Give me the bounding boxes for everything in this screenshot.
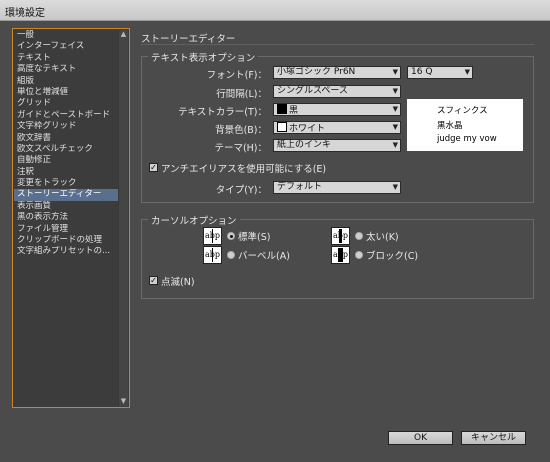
cursor-standard-label: 標準(S) — [238, 232, 271, 243]
leading-label: 行間隔(L)： — [216, 89, 267, 100]
text-color-select[interactable]: 黒 ▼ — [273, 103, 401, 116]
cancel-button[interactable]: キャンセル — [461, 431, 526, 445]
sidebar-item[interactable]: 単位と増減値 — [14, 87, 120, 98]
page-title: ストーリーエディター — [141, 34, 236, 45]
category-scrollbar[interactable]: ▲ ▼ — [118, 30, 128, 406]
chevron-down-icon: ▼ — [392, 123, 398, 131]
antialias-checkbox[interactable]: ✓ — [149, 163, 158, 172]
title-bar: 環境設定 — [0, 0, 550, 21]
font-size-select[interactable]: 16 Q ▼ — [407, 66, 473, 79]
sidebar-item[interactable]: 欧文辞書 — [14, 133, 120, 144]
cursor-options-label: カーソルオプション — [148, 213, 240, 227]
sidebar-item[interactable]: 文字枠グリッド — [14, 121, 120, 132]
category-items: 一般 インターフェイス テキスト 高度なテキスト 組版 単位と増減値 グリッド ガイドとペース… — [14, 30, 120, 258]
type-value: デフォルト — [277, 182, 323, 192]
leading-select[interactable]: シングルスペース ▼ — [273, 85, 401, 98]
category-list[interactable]: 一般 インターフェイス テキスト 高度なテキスト 組版 単位と増減値 グリッド ガイドとペース… — [12, 28, 130, 408]
cursor-thick-icon: abp — [331, 227, 350, 245]
background-color-swatch — [277, 122, 287, 132]
cursor-block-radio[interactable] — [355, 251, 363, 259]
chevron-down-icon: ▼ — [392, 183, 398, 191]
cursor-barbell-icon: abp — [203, 246, 222, 264]
background-select[interactable]: ホワイト ▼ — [273, 121, 401, 134]
text-color-label: テキストカラー(T)： — [178, 107, 267, 118]
cursor-thick-label: 太い(K) — [366, 232, 399, 243]
sidebar-item[interactable]: 自動修正 — [14, 155, 120, 166]
chevron-down-icon: ▼ — [392, 68, 398, 76]
sidebar-item[interactable]: ガイドとペーストボード — [14, 110, 120, 121]
scroll-up-icon[interactable]: ▲ — [119, 30, 128, 39]
blink-label: 点滅(N) — [161, 277, 195, 288]
sidebar-item[interactable]: インターフェイス — [14, 41, 120, 52]
font-label: フォント(F)： — [206, 70, 267, 81]
sidebar-item[interactable]: 黒の表示方法 — [14, 212, 120, 223]
font-select[interactable]: 小塚ゴシック Pr6N ▼ — [273, 66, 401, 79]
preview-line: 黒水晶 — [437, 121, 463, 131]
text-color-swatch — [277, 104, 287, 114]
chevron-down-icon: ▼ — [464, 68, 470, 76]
sidebar-item[interactable]: テキスト — [14, 53, 120, 64]
cursor-barbell-label: バーベル(A) — [238, 251, 290, 262]
theme-select[interactable]: 紙上のインキ ▼ — [273, 139, 401, 152]
chevron-down-icon: ▼ — [392, 105, 398, 113]
blink-checkbox[interactable]: ✓ — [149, 276, 158, 285]
text-preview: スフィンクス 黒水晶 judge my vow — [407, 99, 523, 151]
theme-value: 紙上のインキ — [277, 140, 332, 150]
font-size-value: 16 Q — [411, 67, 433, 77]
cursor-block-label: ブロック(C) — [366, 251, 419, 262]
sidebar-item[interactable]: 文字組みプリセットの... — [14, 246, 120, 257]
background-label: 背景色(B)： — [215, 125, 267, 136]
sidebar-item[interactable]: ファイル管理 — [14, 224, 120, 235]
sidebar-item[interactable]: 高度なテキスト — [14, 64, 120, 75]
type-select[interactable]: デフォルト ▼ — [273, 181, 401, 194]
cursor-standard-icon: abp — [203, 227, 222, 245]
scroll-down-icon[interactable]: ▼ — [119, 397, 128, 406]
sidebar-item[interactable]: 一般 — [14, 30, 120, 41]
type-label: タイプ(Y)： — [215, 185, 267, 196]
text-color-value: 黒 — [289, 106, 299, 116]
text-display-label: テキスト表示オプション — [148, 50, 259, 64]
sidebar-item[interactable]: 表示画質 — [14, 201, 120, 212]
ok-button[interactable]: OK — [388, 431, 453, 445]
cursor-barbell-radio[interactable] — [227, 251, 235, 259]
chevron-down-icon: ▼ — [392, 141, 398, 149]
preview-line: スフィンクス — [437, 106, 488, 116]
sidebar-item[interactable]: 注釈 — [14, 167, 120, 178]
font-value: 小塚ゴシック Pr6N — [277, 67, 356, 77]
window-title: 環境設定 — [5, 8, 45, 19]
antialias-label: アンチエイリアスを使用可能にする(E) — [161, 164, 327, 175]
cursor-block-icon: abp — [331, 246, 350, 264]
sidebar-item[interactable]: グリッド — [14, 98, 120, 109]
cursor-thick-radio[interactable] — [355, 232, 363, 240]
sidebar-item[interactable]: 変更をトラック — [14, 178, 120, 189]
background-value: ホワイト — [289, 124, 326, 134]
title-divider — [141, 44, 534, 45]
preview-line: judge my vow — [437, 134, 497, 144]
cursor-standard-radio[interactable] — [227, 232, 235, 240]
leading-value: シングルスペース — [277, 86, 348, 96]
sidebar-item[interactable]: 組版 — [14, 76, 120, 87]
sidebar-item[interactable]: 欧文スペルチェック — [14, 144, 120, 155]
sidebar-item[interactable]: ストーリーエディター — [14, 189, 120, 201]
chevron-down-icon: ▼ — [392, 87, 398, 95]
sidebar-item[interactable]: クリップボードの処理 — [14, 235, 120, 246]
theme-label: テーマ(H)： — [214, 143, 267, 154]
